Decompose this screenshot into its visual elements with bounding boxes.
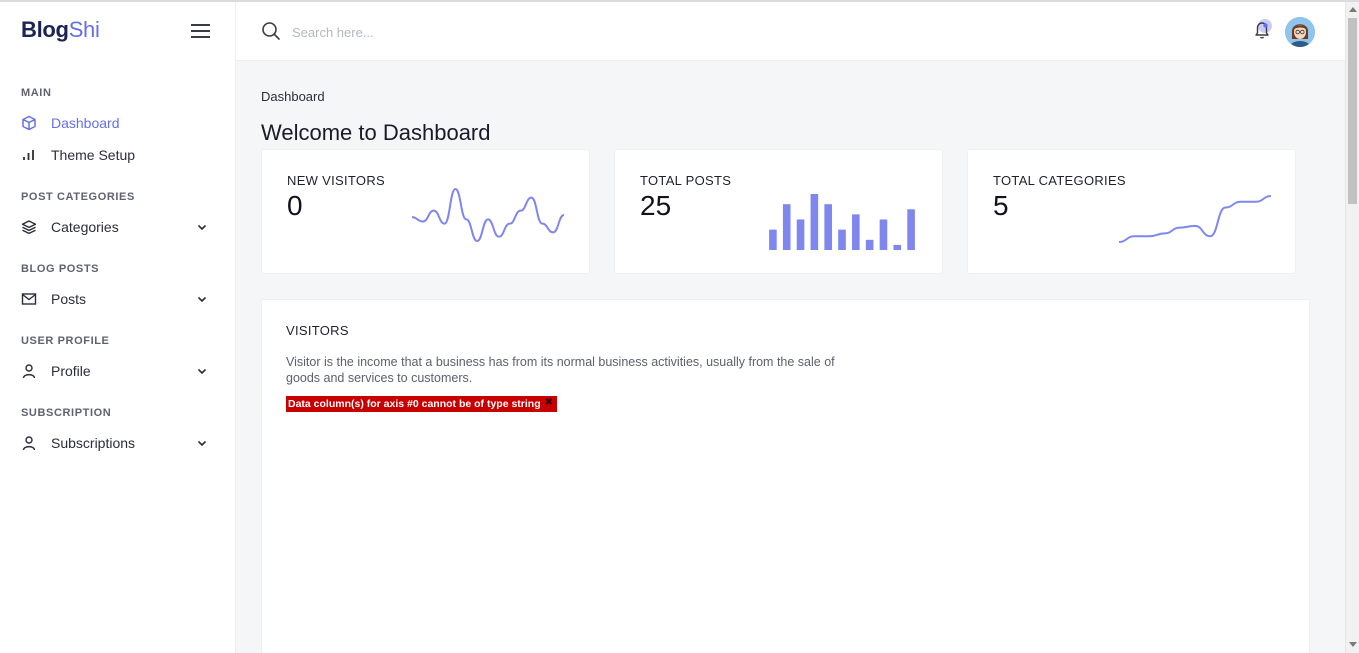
- scroll-down-arrow-icon[interactable]: [1349, 642, 1357, 647]
- sparkline-bar: [796, 219, 805, 250]
- bell-icon[interactable]: [1250, 18, 1274, 42]
- chevron-down-icon: [197, 224, 207, 231]
- sparkline-chart: [769, 194, 915, 250]
- sparkline-bar: [893, 244, 902, 250]
- sparkline-bar: [810, 194, 819, 250]
- sparkline-bar: [907, 209, 915, 250]
- sparkline-series-line: [1118, 195, 1272, 243]
- stat-card-value: 25: [640, 190, 672, 221]
- scrollbar-thumb[interactable]: [1348, 18, 1357, 204]
- stat-card-label: TOTAL POSTS: [640, 173, 732, 188]
- sidebar-item-label: Subscriptions: [51, 435, 136, 451]
- stat-card-new-visitors: NEW VISITORS 0: [262, 150, 589, 273]
- chevron-down-icon: [197, 368, 207, 375]
- cube-icon: [22, 115, 36, 131]
- section-subscription: SUBSCRIPTION: [21, 407, 112, 419]
- brand-row: BlogShi: [0, 2, 235, 61]
- sparkline-bar: [824, 204, 832, 250]
- bar-chart-icon: [23, 150, 34, 160]
- visitors-panel: VISITORS Visitor is the income that a bu…: [262, 300, 1309, 653]
- user-icon: [22, 436, 36, 451]
- close-error-icon[interactable]: ✖: [545, 397, 553, 408]
- section-user-profile: USER PROFILE: [21, 335, 110, 347]
- layers-icon: [21, 220, 37, 235]
- vertical-scrollbar[interactable]: [1345, 2, 1359, 653]
- logo-part-2: Shi: [68, 17, 100, 42]
- sparkline-chart: [1118, 195, 1272, 243]
- chart-error-text: Data column(s) for axis #0 cannot be of …: [288, 398, 541, 410]
- visitors-title: VISITORS: [286, 323, 349, 338]
- sidebar-item-posts[interactable]: Posts: [0, 285, 235, 313]
- stat-card-value: 0: [287, 190, 303, 221]
- scroll-up-arrow-icon[interactable]: [1349, 7, 1357, 12]
- page-title: Welcome to Dashboard: [261, 120, 491, 145]
- logo-part-1: Blog: [21, 17, 69, 42]
- section-blog-posts: BLOG POSTS: [21, 263, 100, 275]
- user-icon: [22, 364, 36, 379]
- sidebar-item-dashboard[interactable]: Dashboard: [0, 109, 235, 137]
- stat-card-label: TOTAL CATEGORIES: [993, 173, 1126, 188]
- search-input[interactable]: [292, 19, 592, 45]
- avatar[interactable]: [1285, 17, 1315, 47]
- sidebar-item-subscriptions[interactable]: Subscriptions: [0, 429, 235, 457]
- stat-card-label: NEW VISITORS: [287, 173, 385, 188]
- visitors-description: Visitor is the income that a business ha…: [286, 355, 835, 385]
- logo[interactable]: BlogShi: [21, 17, 100, 43]
- stat-card-value: 5: [993, 190, 1009, 221]
- sparkline-bar: [879, 219, 888, 250]
- section-post-categories: POST CATEGORIES: [21, 191, 135, 203]
- avatar-image: [1285, 17, 1315, 47]
- chart-error-message: Data column(s) for axis #0 cannot be of …: [286, 396, 557, 412]
- sidebar-item-label: Theme Setup: [51, 147, 136, 163]
- sparkline-series-line: [411, 187, 565, 243]
- sidebar-item-label: Posts: [51, 291, 87, 307]
- top-header: [236, 2, 1345, 61]
- stat-card-total-categories: TOTAL CATEGORIES 5: [968, 150, 1295, 273]
- sparkline-bar: [782, 204, 791, 250]
- breadcrumb: Dashboard: [261, 89, 325, 104]
- section-main: MAIN: [21, 87, 52, 99]
- sidebar-item-label: Dashboard: [51, 115, 120, 131]
- sidebar-item-categories[interactable]: Categories: [0, 213, 235, 241]
- search-icon[interactable]: [261, 21, 281, 41]
- stat-card-total-posts: TOTAL POSTS 25: [615, 150, 942, 273]
- sidebar-item-theme-setup[interactable]: Theme Setup: [0, 141, 235, 169]
- sidebar: BlogShi MAIN Dashboard Theme Setup POST …: [0, 2, 236, 653]
- mail-icon: [21, 293, 37, 305]
- chevron-down-icon: [197, 296, 207, 303]
- menu-toggle-icon[interactable]: [191, 24, 211, 40]
- sidebar-item-label: Categories: [51, 219, 119, 235]
- sparkline-bar: [852, 214, 860, 250]
- sparkline-bar: [769, 229, 777, 250]
- sidebar-item-profile[interactable]: Profile: [0, 357, 235, 385]
- sidebar-item-label: Profile: [51, 363, 91, 379]
- sparkline-bar: [865, 239, 874, 250]
- sparkline-bar: [838, 229, 846, 250]
- chevron-down-icon: [197, 440, 207, 447]
- sparkline-chart: [411, 187, 565, 243]
